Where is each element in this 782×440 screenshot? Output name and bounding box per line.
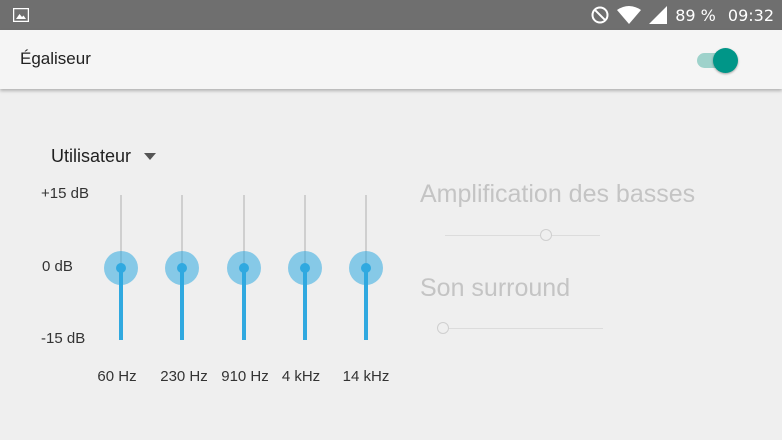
status-bar: 89 % 09:32 (0, 0, 782, 30)
band-thumb[interactable] (177, 262, 187, 273)
freq-label: 910 Hz (221, 368, 269, 385)
db-label-mid: 0 dB (42, 258, 73, 275)
db-label-max: +15 dB (41, 185, 89, 202)
page-title: Égaliseur (20, 49, 91, 68)
freq-label: 4 kHz (281, 368, 321, 385)
app-toolbar: Égaliseur (0, 30, 782, 89)
eq-band-slider[interactable] (341, 195, 391, 340)
freq-label: 14 kHz (342, 368, 390, 385)
clock: 09:32 (727, 5, 774, 25)
band-thumb[interactable] (361, 262, 371, 273)
surround-label: Son surround (420, 274, 571, 302)
eq-band-slider[interactable] (219, 195, 269, 340)
dropdown-arrow-icon (144, 152, 157, 160)
freq-label: 60 Hz (97, 368, 137, 385)
db-label-min: -15 dB (41, 330, 86, 347)
eq-band-slider[interactable] (96, 195, 146, 340)
cell-signal-icon (649, 6, 668, 24)
eq-band-slider[interactable] (157, 195, 207, 340)
do-not-disturb-icon (591, 6, 609, 24)
band-thumb[interactable] (300, 262, 310, 273)
bass-boost-slider-thumb[interactable] (539, 229, 552, 241)
preset-dropdown[interactable]: Utilisateur (51, 143, 157, 169)
status-icons: 89 % 09:32 (591, 0, 774, 30)
image-notification-icon (13, 8, 29, 22)
band-thumb[interactable] (239, 262, 249, 273)
battery-level: 89 % (675, 5, 716, 25)
freq-label: 230 Hz (160, 368, 208, 385)
preset-selected-value: Utilisateur (51, 145, 132, 166)
bass-boost-slider-track[interactable] (445, 235, 600, 236)
bass-boost-label: Amplification des basses (420, 180, 696, 208)
surround-slider-thumb[interactable] (437, 322, 449, 334)
eq-band-slider[interactable] (280, 195, 330, 340)
switch-thumb (713, 48, 738, 73)
equalizer-toggle-switch[interactable] (697, 47, 741, 75)
band-thumb[interactable] (116, 262, 126, 273)
wifi-icon (617, 6, 642, 24)
surround-slider-track[interactable] (443, 328, 603, 329)
